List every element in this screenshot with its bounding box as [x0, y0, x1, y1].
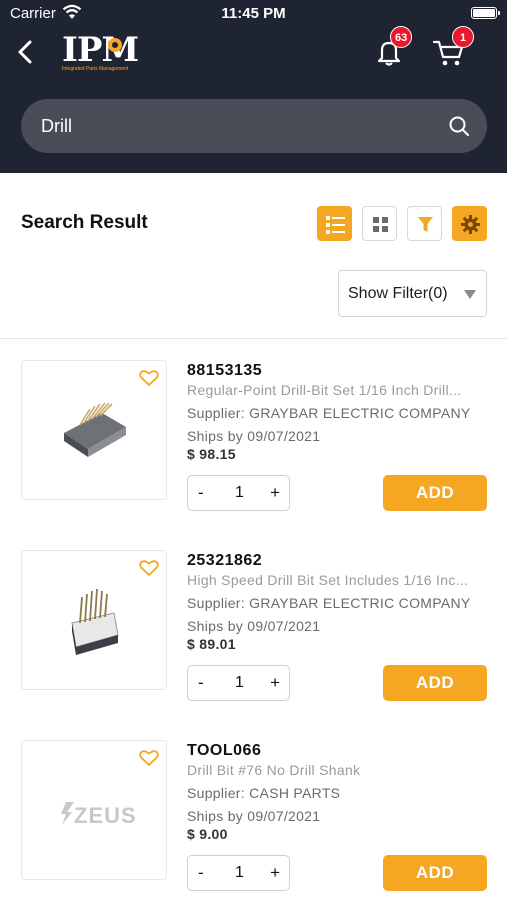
search-bar[interactable]: Drill	[21, 99, 487, 153]
quantity-stepper: - 1 +	[187, 855, 290, 891]
settings-icon	[461, 215, 480, 234]
status-bar: Carrier 11:45 PM	[0, 0, 507, 28]
search-input[interactable]: Drill	[41, 116, 72, 137]
back-arrow-icon[interactable]	[12, 36, 40, 68]
product-ship-date: Ships by 09/07/2021	[187, 618, 321, 634]
search-icon[interactable]	[447, 114, 471, 138]
product-id[interactable]: 25321862	[187, 552, 262, 570]
product-description: Drill Bit #76 No Drill Shank	[187, 762, 361, 778]
product-id[interactable]: TOOL066	[187, 742, 261, 760]
grid-view-icon	[373, 217, 388, 232]
add-to-cart-button[interactable]: ADD	[383, 475, 487, 511]
list-view-button[interactable]	[317, 206, 352, 241]
product-supplier: Supplier: GRAYBAR ELECTRIC COMPANY	[187, 595, 471, 611]
product-price: $ 9.00	[187, 826, 228, 842]
cart-badge: 1	[452, 26, 474, 48]
product-item[interactable]: 88153135 Regular-Point Drill-Bit Set 1/1…	[0, 339, 507, 511]
increment-button[interactable]: +	[270, 673, 280, 693]
filter-icon	[418, 217, 433, 232]
logo-text: IPM	[62, 30, 139, 70]
quantity-stepper: - 1 +	[187, 475, 290, 511]
clock: 11:45 PM	[221, 5, 286, 22]
battery-icon	[471, 7, 500, 19]
brand-logo-text: ZEUS	[74, 803, 137, 828]
add-to-cart-button[interactable]: ADD	[383, 855, 487, 891]
show-filter-dropdown[interactable]: Show Filter(0)	[338, 270, 487, 317]
settings-button[interactable]	[452, 206, 487, 241]
heart-icon[interactable]	[139, 749, 159, 767]
product-supplier: Supplier: GRAYBAR ELECTRIC COMPANY	[187, 405, 471, 421]
add-to-cart-button[interactable]: ADD	[383, 665, 487, 701]
product-ship-date: Ships by 09/07/2021	[187, 808, 321, 824]
show-filter-label: Show Filter(0)	[348, 285, 448, 302]
heart-icon[interactable]	[139, 559, 159, 577]
product-price: $ 98.15	[187, 446, 236, 462]
app-header: Carrier 11:45 PM IPM Integrated Parts Ma…	[0, 0, 507, 173]
product-supplier: Supplier: CASH PARTS	[187, 785, 341, 801]
quantity-stepper: - 1 +	[187, 665, 290, 701]
list-view-icon	[326, 216, 345, 234]
product-item[interactable]: 25321862 High Speed Drill Bit Set Includ…	[0, 529, 507, 701]
logo-emblem-icon	[108, 38, 122, 52]
grid-view-button[interactable]	[362, 206, 397, 241]
dropdown-caret-icon	[464, 290, 476, 299]
increment-button[interactable]: +	[270, 863, 280, 883]
app-logo: IPM Integrated Parts Management	[62, 30, 148, 74]
product-description: Regular-Point Drill-Bit Set 1/16 Inch Dr…	[187, 382, 462, 398]
product-id[interactable]: 88153135	[187, 362, 262, 380]
heart-icon[interactable]	[139, 369, 159, 387]
product-price: $ 89.01	[187, 636, 236, 652]
logo-subtitle: Integrated Parts Management	[62, 66, 129, 72]
product-item[interactable]: ZEUS TOOL066 Drill Bit #76 No Drill Shan…	[0, 719, 507, 891]
product-description: High Speed Drill Bit Set Includes 1/16 I…	[187, 572, 469, 588]
filter-button[interactable]	[407, 206, 442, 241]
product-ship-date: Ships by 09/07/2021	[187, 428, 321, 444]
notifications-badge: 63	[390, 26, 413, 48]
increment-button[interactable]: +	[270, 483, 280, 503]
search-result-title: Search Result	[21, 212, 148, 233]
